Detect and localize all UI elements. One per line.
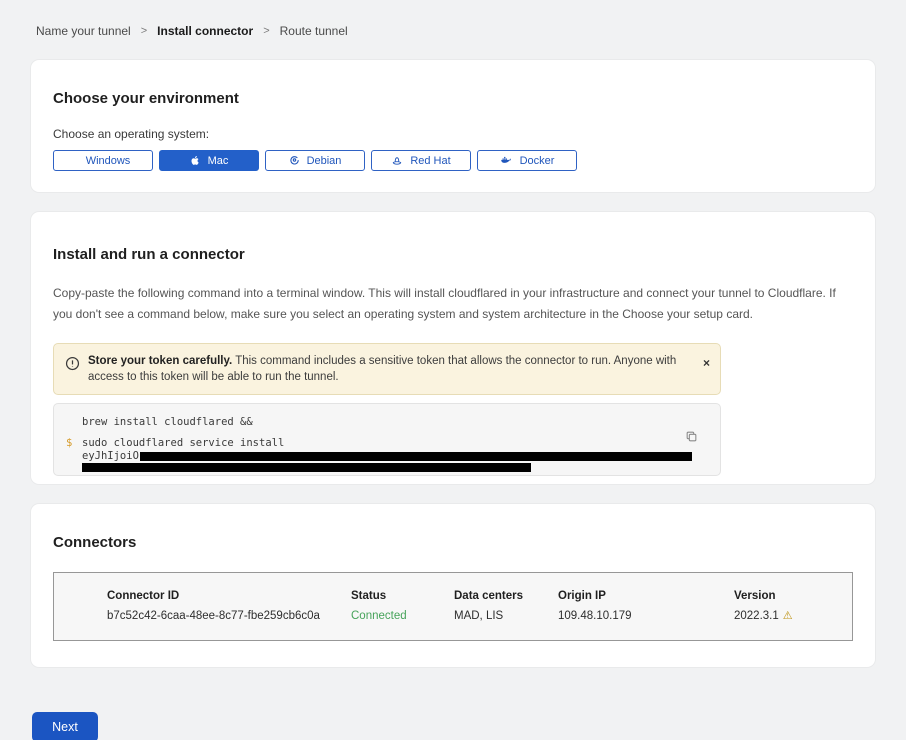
header-origin-ip: Origin IP	[558, 590, 734, 602]
install-connector-description: Copy-paste the following command into a …	[53, 283, 853, 325]
token-warning-text: Store your token carefully. This command…	[88, 353, 695, 385]
header-connector-id: Connector ID	[107, 590, 351, 602]
docker-icon	[500, 155, 513, 166]
redaction-bar	[140, 452, 692, 461]
page: Name your tunnel > Install connector > R…	[0, 0, 906, 740]
next-button[interactable]: Next	[32, 712, 98, 740]
connectors-table: Connector ID Status Data centers Origin …	[53, 572, 853, 641]
os-select-label: Choose an operating system:	[53, 127, 853, 141]
table-header-row: Connector ID Status Data centers Origin …	[107, 590, 832, 602]
version-number: 2022.3.1	[734, 610, 779, 622]
token-warning-bold: Store your token carefully.	[88, 355, 232, 367]
os-button-label: Debian	[307, 155, 342, 167]
cell-origin-ip: 109.48.10.179	[558, 610, 734, 622]
breadcrumb-step-name-your-tunnel[interactable]: Name your tunnel	[36, 24, 131, 38]
breadcrumb: Name your tunnel > Install connector > R…	[36, 24, 870, 38]
alert-circle-icon	[65, 356, 80, 376]
token-prefix: eyJhIjoiO	[82, 450, 139, 462]
redaction-bar	[82, 463, 531, 472]
breadcrumb-step-route-tunnel[interactable]: Route tunnel	[280, 24, 348, 38]
install-command-code-block: $ brew install cloudflared && sudo cloud…	[53, 403, 721, 476]
header-status: Status	[351, 590, 454, 602]
breadcrumb-separator: >	[141, 25, 147, 37]
status-badge: Connected	[351, 610, 454, 622]
copy-icon[interactable]	[685, 430, 698, 443]
table-row: b7c52c42-6caa-48ee-8c77-fbe259cb6c0a Con…	[107, 609, 832, 622]
code-line-sudo: sudo cloudflared service install	[82, 437, 720, 449]
os-button-label: Red Hat	[410, 155, 450, 167]
os-button-label: Docker	[520, 155, 555, 167]
install-connector-card: Install and run a connector Copy-paste t…	[31, 212, 875, 484]
header-data-centers: Data centers	[454, 590, 558, 602]
redhat-icon	[391, 155, 403, 167]
environment-card: Choose your environment Choose an operat…	[31, 60, 875, 192]
debian-icon	[289, 155, 300, 166]
os-button-mac[interactable]: Mac	[159, 150, 259, 171]
os-button-label: Windows	[86, 155, 131, 167]
os-button-redhat[interactable]: Red Hat	[371, 150, 471, 171]
code-line-brew: brew install cloudflared &&	[82, 416, 720, 428]
os-button-label: Mac	[208, 155, 229, 167]
cell-data-centers: MAD, LIS	[454, 610, 558, 622]
terminal-prompt: $	[66, 437, 72, 449]
connectors-card: Connectors Connector ID Status Data cent…	[31, 504, 875, 667]
cell-connector-id: b7c52c42-6caa-48ee-8c77-fbe259cb6c0a	[107, 610, 351, 622]
install-connector-title: Install and run a connector	[53, 246, 853, 263]
version-warning-icon[interactable]: ⚠	[783, 609, 793, 622]
breadcrumb-step-install-connector[interactable]: Install connector	[157, 24, 253, 38]
os-button-windows[interactable]: Windows	[53, 150, 153, 171]
os-button-group: Windows Mac Debian Red Hat	[53, 150, 853, 171]
os-button-debian[interactable]: Debian	[265, 150, 365, 171]
close-icon[interactable]: ×	[703, 357, 710, 369]
connectors-title: Connectors	[53, 534, 853, 551]
cell-version: 2022.3.1 ⚠	[734, 609, 832, 622]
environment-card-title: Choose your environment	[53, 90, 853, 107]
token-warning-banner: Store your token carefully. This command…	[53, 343, 721, 395]
breadcrumb-separator: >	[263, 25, 269, 37]
apple-icon	[190, 154, 201, 167]
header-version: Version	[734, 590, 832, 602]
os-button-docker[interactable]: Docker	[477, 150, 577, 171]
code-line-token: eyJhIjoiO	[82, 450, 720, 462]
